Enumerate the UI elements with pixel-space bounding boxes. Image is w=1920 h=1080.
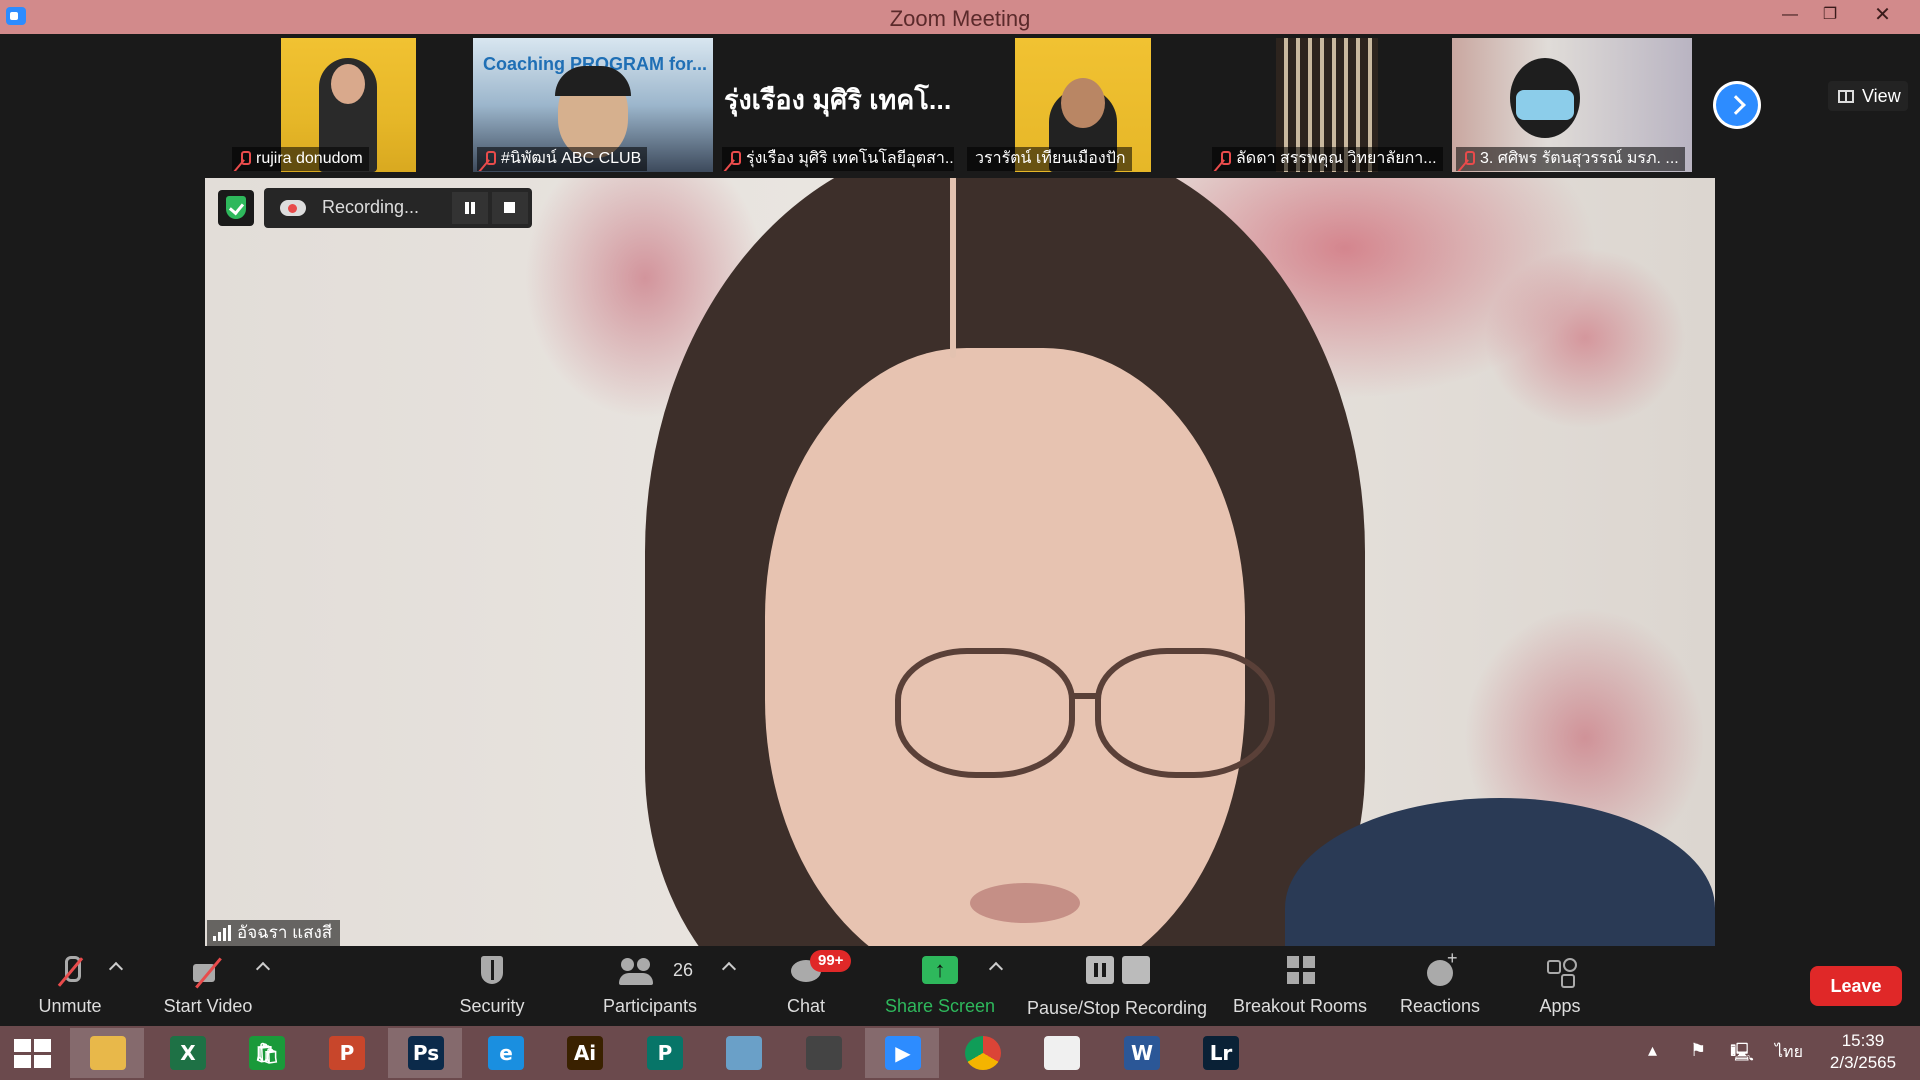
action-center-flag-icon[interactable]: ⚑ (1690, 1040, 1706, 1061)
store-icon: 🛍 (249, 1036, 285, 1070)
word-icon: W (1124, 1036, 1160, 1070)
photoshop-icon: Ps (408, 1036, 444, 1070)
cloud-recording-icon (280, 200, 306, 216)
taskbar-button[interactable]: Ps (388, 1028, 462, 1078)
security-button[interactable]: Security (442, 946, 542, 1026)
participant-name-label: รุ่งเรือง มุศิริ เทคโนโลยีอุตสา... (722, 147, 954, 171)
windows-taskbar: X 🛍 P Ps e Ai P ▶ W Lr ▴ ⚑ 🖳 ไทย 15:39 2/3/2565 (0, 1026, 1920, 1080)
unmute-button[interactable]: Unmute (20, 946, 120, 1026)
stop-recording-button[interactable] (492, 192, 528, 224)
muted-mic-icon (238, 151, 251, 167)
shield-icon (475, 956, 509, 988)
recording-indicator: Recording... (264, 188, 532, 228)
participants-options-chevron-icon[interactable] (721, 961, 737, 977)
share-screen-icon (922, 956, 958, 984)
video-off-icon (191, 956, 225, 988)
powerpoint-icon: P (329, 1036, 365, 1070)
breakout-rooms-button[interactable]: Breakout Rooms (1228, 946, 1372, 1026)
system-clock[interactable]: 15:39 2/3/2565 (1818, 1030, 1908, 1074)
participant-name-label: ลัดดา สรรพคุณ วิทยาลัยกา... (1212, 147, 1443, 171)
close-button[interactable]: ✕ (1860, 0, 1905, 30)
minimize-button[interactable]: ― (1770, 0, 1810, 30)
view-button[interactable]: View (1828, 81, 1908, 111)
photo-app-icon (1044, 1036, 1080, 1070)
muted-mic-icon (483, 151, 496, 167)
pause-recording-button[interactable] (452, 192, 488, 224)
share-screen-button[interactable]: Share Screen (880, 946, 1000, 1026)
window-title: Zoom Meeting (889, 6, 1031, 31)
taskbar-button[interactable] (706, 1028, 780, 1078)
taskbar-button[interactable] (1024, 1028, 1098, 1078)
smiley-icon (1423, 948, 1458, 988)
participant-tile[interactable]: rujira donudom (228, 38, 468, 172)
muted-mic-icon (1218, 151, 1231, 167)
pause-stop-recording-icon (1086, 956, 1150, 988)
taskbar-button[interactable]: W (1104, 1028, 1178, 1078)
input-language-indicator[interactable]: ไทย (1775, 1040, 1803, 1065)
taskbar-button[interactable]: 🛍 (229, 1028, 303, 1078)
participants-count: 26 (673, 960, 694, 980)
taskbar-button[interactable]: ▶ (865, 1028, 939, 1078)
photoscape-icon (806, 1036, 842, 1070)
signal-strength-icon (213, 925, 231, 941)
file-explorer-icon (90, 1036, 126, 1070)
chrome-icon (965, 1036, 1001, 1070)
participant-name-label: วรารัตน์ เทียนเมืองปัก (967, 147, 1132, 171)
participants-button[interactable]: Participants (590, 946, 710, 1026)
start-video-button[interactable]: Start Video (150, 946, 266, 1026)
excel-icon: X (170, 1036, 206, 1070)
illustrator-icon: Ai (567, 1036, 603, 1070)
pause-stop-recording-button[interactable]: Pause/Stop Recording (1022, 946, 1212, 1026)
participant-name-label: 3. ศศิพร รัตนสุวรรณ์ มรภ. ... (1456, 147, 1685, 171)
participant-tile[interactable]: ลัดดา สรรพคุณ วิทยาลัยกา... (1208, 38, 1448, 172)
muted-microphone-icon (53, 956, 87, 988)
participant-name-label: rujira donudom (232, 147, 369, 171)
taskbar-button[interactable] (945, 1028, 1019, 1078)
show-hidden-icons-chevron-icon[interactable]: ▴ (1648, 1040, 1657, 1061)
next-page-arrow-icon[interactable] (1713, 81, 1761, 129)
taskbar-button[interactable]: P (627, 1028, 701, 1078)
participant-name-label: #นิพัฒน์ ABC CLUB (477, 147, 648, 171)
muted-mic-icon (728, 151, 741, 167)
taskbar-button[interactable] (786, 1028, 860, 1078)
participant-tile[interactable]: 3. ศศิพร รัตนสุวรรณ์ มรภ. ... (1452, 38, 1692, 172)
participant-tile[interactable]: รุ่งเรือง มุศิริ เทคโ... รุ่งเรือง มุศิร… (718, 38, 958, 172)
restore-button[interactable]: ❐ (1810, 0, 1850, 30)
taskbar-button[interactable]: e (468, 1028, 542, 1078)
participants-icon (618, 956, 653, 988)
meeting-controls: Unmute Start Video Security Participants… (0, 946, 1920, 1026)
app-icon (726, 1036, 762, 1070)
speaker-name-label: อัจฉรา แสงสี (207, 920, 341, 946)
title-bar: Zoom Meeting ― ❐ ✕ (0, 0, 1920, 34)
participant-tile[interactable]: Coaching PROGRAM for... #นิพัฒน์ ABC CLU… (473, 38, 713, 172)
chat-unread-badge: 99+ (810, 950, 852, 972)
reactions-button[interactable]: Reactions (1390, 946, 1490, 1026)
breakout-rooms-icon (1283, 956, 1317, 988)
zoom-icon: ▶ (885, 1036, 921, 1070)
participant-name-placeholder: รุ่งเรือง มุศิริ เทคโ... (724, 85, 952, 115)
network-icon[interactable]: 🖳 (1730, 1040, 1754, 1070)
muted-mic-icon (1462, 151, 1475, 167)
taskbar-button[interactable]: Lr (1183, 1028, 1257, 1078)
participant-tile[interactable]: วรารัตน์ เทียนเมืองปัก (963, 38, 1203, 172)
lightroom-icon: Lr (1203, 1036, 1239, 1070)
leave-button[interactable]: Leave (1810, 966, 1902, 1006)
internet-explorer-icon: e (488, 1036, 524, 1070)
taskbar-button[interactable] (70, 1028, 144, 1078)
speaker-face (765, 348, 1245, 946)
apps-button[interactable]: Apps (1520, 946, 1600, 1026)
gallery-strip: rujira donudom Coaching PROGRAM for... #… (0, 34, 1920, 176)
encryption-shield-icon[interactable] (218, 190, 254, 226)
apps-icon (1543, 956, 1577, 988)
taskbar-button[interactable]: Ai (547, 1028, 621, 1078)
gallery-view-icon (1838, 90, 1854, 103)
publisher-icon: P (647, 1036, 683, 1070)
taskbar-button[interactable]: X (150, 1028, 224, 1078)
active-speaker-video (205, 178, 1715, 946)
taskbar-button[interactable]: P (309, 1028, 383, 1078)
windows-start-icon[interactable] (14, 1039, 54, 1069)
